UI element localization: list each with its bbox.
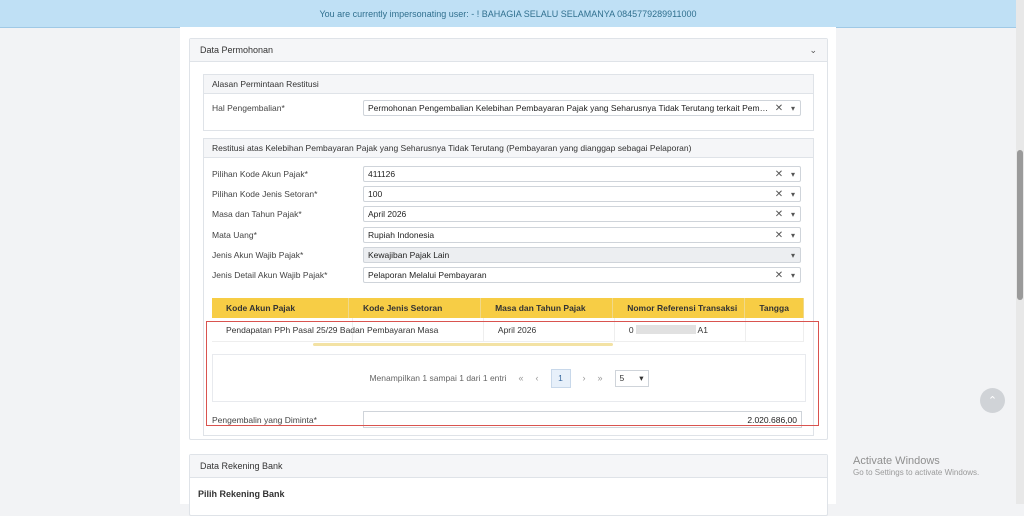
activation-watermark-title: Activate Windows — [853, 455, 940, 467]
clear-icon[interactable]: ✕ — [772, 189, 786, 200]
masa-pajak-select[interactable]: April 2026 ✕ ▾ — [363, 206, 801, 222]
highlight-annotation-box — [206, 321, 819, 426]
hal-pengembalian-row: Hal Pengembalian* Permohonan Pengembalia… — [212, 100, 801, 116]
field-row: Pilihan Kode Jenis Setoran* 100 ✕ ▾ — [212, 186, 801, 202]
section-title: Restitusi atas Kelebihan Pembayaran Paja… — [204, 139, 813, 158]
kode-akun-label: Pilihan Kode Akun Pajak* — [212, 169, 308, 179]
impersonation-banner: You are currently impersonating user: - … — [0, 0, 1016, 28]
impersonation-text: You are currently impersonating user: - … — [319, 8, 697, 19]
field-row: Pilihan Kode Akun Pajak* 411126 ✕ ▾ — [212, 166, 801, 182]
mata-uang-label: Mata Uang* — [212, 230, 257, 240]
panel-title: Data Rekening Bank — [200, 461, 283, 471]
select-value: April 2026 — [368, 209, 407, 219]
field-row: Masa dan Tahun Pajak* April 2026 ✕ ▾ — [212, 206, 801, 222]
select-value: Kewajiban Pajak Lain — [368, 250, 450, 260]
chevron-up-icon: ⌃ — [987, 395, 998, 407]
chevron-down-icon[interactable]: ⌄ — [809, 45, 817, 56]
col-masa[interactable]: Masa dan Tahun Pajak — [481, 298, 614, 318]
clear-icon[interactable]: ✕ — [772, 209, 786, 220]
kode-akun-select[interactable]: 411126 ✕ ▾ — [363, 166, 801, 182]
col-kode-akun[interactable]: Kode Akun Pajak — [212, 298, 349, 318]
select-value: Rupiah Indonesia — [368, 230, 435, 240]
section-title: Alasan Permintaan Restitusi — [204, 75, 813, 94]
chevron-down-icon[interactable]: ▾ — [786, 190, 800, 199]
panel-title: Data Permohonan — [200, 45, 274, 55]
chevron-down-icon[interactable]: ▾ — [786, 251, 800, 260]
clear-icon[interactable]: ✕ — [772, 103, 786, 114]
panel-data-rekening: Data Rekening Bank — [189, 454, 828, 516]
col-kode-setoran[interactable]: Kode Jenis Setoran — [349, 298, 482, 318]
clear-icon[interactable]: ✕ — [772, 270, 786, 281]
kode-setoran-label: Pilihan Kode Jenis Setoran* — [212, 189, 318, 199]
jenis-akun-select[interactable]: Kewajiban Pajak Lain ▾ — [363, 247, 801, 263]
section-alasan: Alasan Permintaan Restitusi Hal Pengemba… — [203, 74, 814, 131]
select-value: 411126 — [368, 169, 396, 179]
clear-icon[interactable]: ✕ — [772, 230, 786, 241]
chevron-down-icon[interactable]: ▾ — [786, 231, 800, 240]
main-content: Data Permohonan ⌄ Alasan Permintaan Rest… — [180, 27, 836, 516]
chevron-down-icon[interactable]: ▾ — [786, 271, 800, 280]
hal-pengembalian-select[interactable]: Permohonan Pengembalian Kelebihan Pembay… — [363, 100, 801, 116]
hal-pengembalian-label: Hal Pengembalian* — [212, 103, 285, 113]
mata-uang-select[interactable]: Rupiah Indonesia ✕ ▾ — [363, 227, 801, 243]
select-value: Permohonan Pengembalian Kelebihan Pembay… — [368, 103, 772, 113]
field-row: Jenis Akun Wajib Pajak* Kewajiban Pajak … — [212, 247, 801, 263]
chevron-down-icon[interactable]: ▾ — [786, 104, 800, 113]
panel-header-permohonan[interactable]: Data Permohonan ⌄ — [190, 39, 827, 62]
clear-icon[interactable]: ✕ — [772, 169, 786, 180]
jenis-detail-select[interactable]: Pelaporan Melalui Pembayaran ✕ ▾ — [363, 267, 801, 283]
col-nomor-referensi[interactable]: Nomor Referensi Transaksi — [613, 298, 746, 318]
jenis-akun-label: Jenis Akun Wajib Pajak* — [212, 250, 304, 260]
chevron-down-icon[interactable]: ▾ — [786, 170, 800, 179]
pilih-rekening-title: Pilih Rekening Bank — [198, 489, 285, 499]
select-value: Pelaporan Melalui Pembayaran — [368, 270, 487, 280]
panel-header-rekening[interactable]: Data Rekening Bank — [190, 455, 827, 478]
masa-pajak-label: Masa dan Tahun Pajak* — [212, 209, 302, 219]
kode-setoran-select[interactable]: 100 ✕ ▾ — [363, 186, 801, 202]
scroll-top-button[interactable]: ⌃ — [980, 388, 1005, 413]
scrollbar-thumb[interactable] — [1017, 150, 1023, 300]
col-tanggal[interactable]: Tangga — [745, 298, 804, 318]
field-row: Mata Uang* Rupiah Indonesia ✕ ▾ — [212, 227, 801, 243]
select-value: 100 — [368, 189, 383, 199]
jenis-detail-label: Jenis Detail Akun Wajib Pajak* — [212, 270, 328, 280]
table-header: Kode Akun Pajak Kode Jenis Setoran Masa … — [212, 298, 804, 318]
chevron-down-icon[interactable]: ▾ — [786, 210, 800, 219]
field-row: Jenis Detail Akun Wajib Pajak* Pelaporan… — [212, 267, 801, 283]
activation-watermark-text: Go to Settings to activate Windows. — [853, 468, 980, 477]
page-scrollbar[interactable] — [1016, 0, 1024, 504]
